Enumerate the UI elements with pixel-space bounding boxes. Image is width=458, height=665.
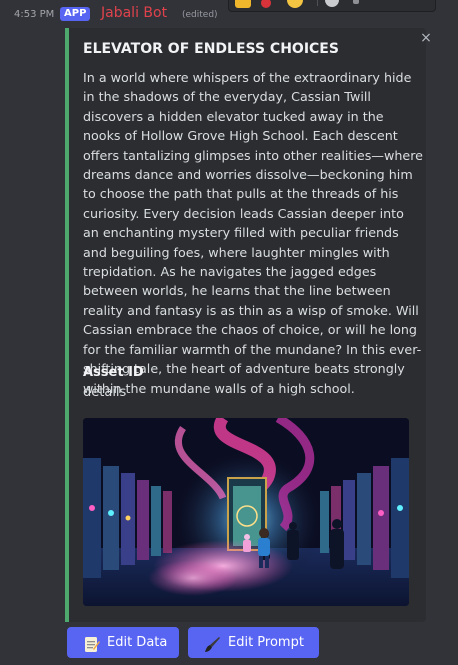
message-embed: × ELEVATOR OF ENDLESS CHOICES In a world…: [65, 28, 432, 622]
app-badge: APP: [60, 7, 91, 21]
close-icon[interactable]: ×: [419, 31, 433, 45]
bot-username[interactable]: Jabali Bot: [101, 5, 167, 21]
message-timestamp: 4:53 PM: [14, 9, 55, 20]
memo-icon: [83, 634, 100, 652]
embed-title: ELEVATOR OF ENDLESS CHOICES: [83, 41, 339, 57]
edited-indicator: (edited): [182, 10, 218, 20]
toolbar-divider: [317, 0, 318, 6]
message-toolbar: [228, 0, 436, 12]
edit-prompt-label: Edit Prompt: [228, 635, 304, 650]
elevator-artwork: [83, 418, 409, 606]
embed-field-name: Asset ID: [83, 365, 144, 380]
embed-description: In a world where whispers of the extraor…: [83, 70, 423, 396]
emoji-reaction-icon[interactable]: [235, 0, 251, 8]
edit-data-label: Edit Data: [107, 635, 168, 650]
add-reaction-icon[interactable]: [325, 0, 339, 7]
embed-field-value: details: [83, 385, 127, 400]
heart-reaction-icon[interactable]: [261, 0, 271, 8]
more-options-icon[interactable]: [353, 0, 359, 4]
edit-data-button[interactable]: Edit Data: [67, 627, 179, 658]
paintbrush-icon: [204, 634, 221, 652]
smile-reaction-icon[interactable]: [287, 0, 303, 8]
edit-prompt-button[interactable]: Edit Prompt: [188, 627, 319, 658]
message-header: 4:53 PM APP Jabali Bot (edited): [0, 0, 458, 28]
embed-image[interactable]: [83, 418, 409, 606]
